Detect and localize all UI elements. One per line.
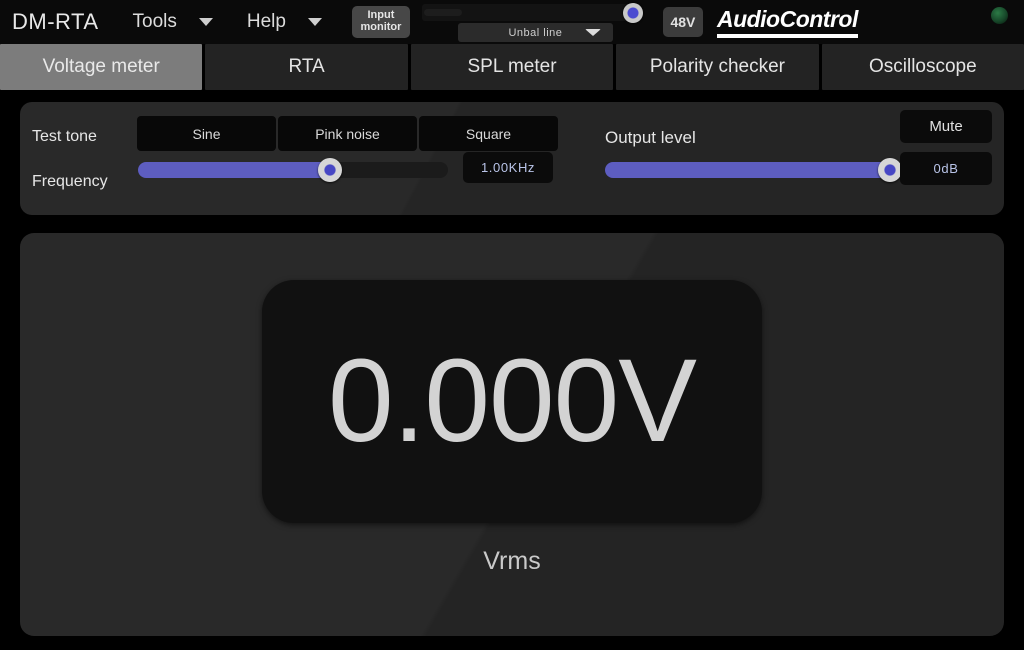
menu-tools-label: Tools: [132, 11, 177, 32]
tab-spl-meter-label: SPL meter: [467, 56, 557, 77]
tab-oscilloscope[interactable]: Oscilloscope: [821, 44, 1024, 90]
app-header: DM-RTA Tools Help Input monitor Unbal li…: [0, 0, 1024, 44]
chevron-down-icon: [584, 29, 601, 36]
output-level-label: Output level: [605, 128, 696, 147]
tab-voltage-meter[interactable]: Voltage meter: [0, 44, 203, 90]
input-source-value: Unbal line: [508, 26, 563, 39]
input-gain-slider-thumb[interactable]: [622, 3, 643, 23]
test-tone-pink-noise-button[interactable]: Pink noise: [278, 116, 417, 151]
input-monitor-label-line2: monitor: [360, 21, 402, 33]
frequency-slider[interactable]: [138, 158, 448, 182]
input-gain-slider[interactable]: [421, 3, 643, 23]
audiocontrol-logo-underline: [716, 34, 858, 38]
input-source-select[interactable]: Unbal line: [457, 23, 613, 42]
frequency-readout[interactable]: 1.00KHz: [463, 152, 553, 183]
output-level-readout[interactable]: 0dB: [900, 152, 992, 185]
test-tone-square-button[interactable]: Square: [419, 116, 558, 151]
menu-help[interactable]: Help: [247, 11, 322, 33]
power-led-icon: [991, 7, 1008, 24]
voltage-value: 0.000V: [328, 335, 697, 467]
test-tone-pink-noise-label: Pink noise: [315, 125, 380, 142]
output-level-slider-fill: [605, 162, 890, 178]
output-level-slider-thumb[interactable]: [878, 158, 902, 182]
frequency-slider-thumb[interactable]: [318, 158, 343, 182]
mute-button[interactable]: Mute: [900, 110, 992, 143]
mute-label: Mute: [929, 118, 963, 135]
menu-help-label: Help: [246, 11, 286, 32]
phantom-power-label: 48V: [670, 14, 696, 30]
test-tone-square-label: Square: [465, 125, 512, 142]
test-tone-sine-button[interactable]: Sine: [137, 116, 276, 151]
input-gain-group: Unbal line: [421, 0, 643, 44]
frequency-label: Frequency: [32, 173, 108, 190]
audiocontrol-logo-text: AudioControl: [716, 6, 858, 32]
tab-voltage-meter-label: Voltage meter: [42, 56, 160, 77]
tab-spl-meter[interactable]: SPL meter: [410, 44, 614, 90]
voltage-meter-display-panel: 0.000V Vrms: [20, 233, 1004, 636]
test-tone-sine-label: Sine: [192, 125, 221, 142]
frequency-value: 1.00KHz: [480, 160, 536, 175]
tab-oscilloscope-label: Oscilloscope: [868, 56, 977, 77]
tab-rta[interactable]: RTA: [205, 44, 408, 90]
audiocontrol-logo: AudioControl: [716, 6, 858, 38]
app-title: DM-RTA: [12, 9, 99, 34]
tab-bar: Voltage meter RTA SPL meter Polarity che…: [0, 44, 1024, 90]
output-level-value: 0dB: [933, 161, 959, 176]
tab-rta-label: RTA: [288, 56, 325, 77]
signal-generator-panel: Test tone Frequency Output level Sine Pi…: [20, 102, 1004, 215]
phantom-power-48v-button[interactable]: 48V: [662, 7, 703, 37]
output-level-slider[interactable]: [605, 158, 902, 182]
frequency-slider-fill: [138, 162, 331, 178]
chevron-down-icon: [307, 18, 322, 26]
test-tone-waveform-group: Sine Pink noise Square: [137, 116, 558, 151]
dm-rta-application: DM-RTA Tools Help Input monitor Unbal li…: [0, 0, 1024, 650]
test-tone-label: Test tone: [32, 128, 97, 145]
tab-polarity-checker-label: Polarity checker: [649, 56, 785, 77]
voltage-value-box: 0.000V: [262, 279, 762, 523]
tab-polarity-checker[interactable]: Polarity checker: [616, 44, 819, 90]
voltage-unit-label: Vrms: [483, 546, 541, 575]
input-monitor-button[interactable]: Input monitor: [351, 6, 410, 38]
menu-tools[interactable]: Tools: [133, 11, 213, 33]
input-gain-slider-fill: [423, 9, 462, 16]
chevron-down-icon: [198, 18, 213, 26]
